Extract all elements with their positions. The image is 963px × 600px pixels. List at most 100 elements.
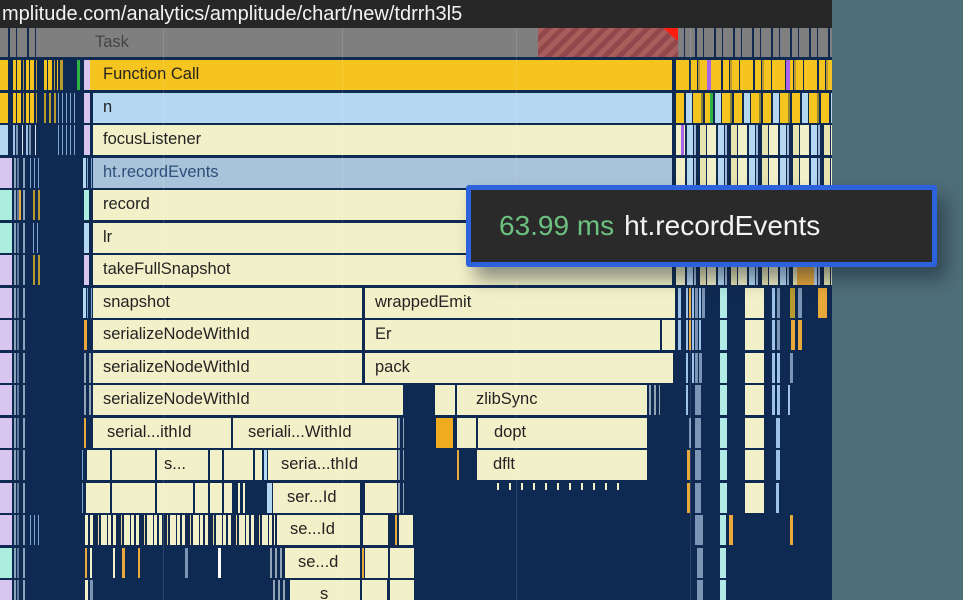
flame-bar-zlibsync[interactable]: zlibSync <box>457 385 647 415</box>
address-bar[interactable]: mplitude.com/analytics/amplitude/chart/n… <box>0 0 832 28</box>
flame-sliver <box>0 353 12 383</box>
flame-sliver <box>122 548 125 578</box>
flame-bar-se-id[interactable]: se...Id <box>277 515 360 545</box>
flame-chart[interactable]: TaskFunction CallnfocusListenerht.record… <box>0 0 832 600</box>
flame-sliver <box>87 450 110 480</box>
flame-bar-label: serial...ithId <box>93 418 231 447</box>
flame-sliver <box>0 288 12 318</box>
flame-bar-seria-thid[interactable]: seria...thId <box>268 450 397 480</box>
flame-bar-wrappedemit[interactable]: wrappedEmit <box>365 288 675 318</box>
flame-sliver <box>0 483 12 513</box>
flame-bar-s[interactable]: s... <box>157 450 208 480</box>
flame-sliver <box>112 483 155 513</box>
flame-cluster <box>87 158 92 188</box>
flame-cluster <box>649 385 660 415</box>
flame-bar-function-call[interactable]: Function Call <box>90 60 672 90</box>
flame-sliver <box>390 580 414 600</box>
flame-sliver <box>0 125 8 155</box>
flame-cluster <box>84 385 92 415</box>
flame-cluster <box>33 190 41 220</box>
flame-sliver <box>689 320 691 350</box>
flame-bar-s[interactable]: s <box>290 580 360 600</box>
flame-sliver <box>720 418 727 448</box>
flame-sliver <box>681 125 684 155</box>
flame-sliver <box>85 580 88 600</box>
flame-sliver <box>720 515 726 545</box>
flame-cluster <box>14 483 26 513</box>
flame-sliver <box>436 418 453 448</box>
flame-cluster <box>676 125 832 155</box>
flame-bar-focuslistener[interactable]: focusListener <box>93 125 672 155</box>
flame-sliver <box>798 288 802 318</box>
flame-sliver <box>695 353 698 383</box>
flame-sliver <box>695 320 698 350</box>
flame-sliver <box>745 450 764 480</box>
flame-cluster <box>14 580 26 600</box>
flame-cluster <box>13 93 37 123</box>
flame-bar-label: s <box>290 580 360 600</box>
flame-sliver <box>695 483 701 513</box>
flame-cluster <box>14 158 26 188</box>
url-text[interactable]: mplitude.com/analytics/amplitude/chart/n… <box>0 0 832 28</box>
flame-sliver <box>702 288 705 318</box>
flame-sliver <box>435 385 455 415</box>
flame-bar-label: n <box>93 93 672 122</box>
flame-bar-snapshot[interactable]: snapshot <box>93 288 362 318</box>
flame-sliver <box>0 190 12 220</box>
flame-sliver <box>745 483 764 513</box>
flame-bar-n[interactable]: n <box>93 93 672 123</box>
flame-bar-serializenodewithid[interactable]: serializeNodeWithId <box>93 385 403 415</box>
flame-sliver <box>798 320 802 350</box>
flame-cluster <box>14 548 26 578</box>
flame-sliver <box>0 93 8 123</box>
flame-sliver <box>84 320 87 350</box>
flame-sliver <box>138 548 140 578</box>
flame-bar-label: snapshot <box>93 288 362 317</box>
devtools-performance-window: mplitude.com/analytics/amplitude/chart/n… <box>0 0 832 600</box>
flame-bar-pack[interactable]: pack <box>365 353 673 383</box>
flame-sliver <box>210 483 222 513</box>
flame-sliver <box>238 483 240 513</box>
flame-cluster <box>14 385 26 415</box>
flame-sliver <box>83 158 86 188</box>
flame-sliver <box>365 548 388 578</box>
flame-sliver <box>0 450 12 480</box>
flame-sliver <box>157 483 193 513</box>
flame-bar-ht-recordevents[interactable]: ht.recordEvents <box>93 158 672 188</box>
flame-sliver <box>707 60 711 90</box>
flame-cluster <box>497 483 619 490</box>
flame-sliver <box>695 450 701 480</box>
flame-sliver <box>745 320 764 350</box>
flame-sliver <box>720 548 726 578</box>
flame-bar-dflt[interactable]: dflt <box>477 450 647 480</box>
flame-sliver <box>695 418 701 448</box>
flame-bar-er[interactable]: Er <box>365 320 660 350</box>
flame-sliver <box>699 320 701 350</box>
flame-bar-serial-ithid[interactable]: serial...ithId <box>93 418 231 448</box>
flame-bar-seriali-withid[interactable]: seriali...WithId <box>233 418 397 448</box>
flame-cluster <box>538 28 678 57</box>
long-task-warning-triangle-icon <box>663 28 678 41</box>
flame-sliver <box>699 353 702 383</box>
flame-sliver <box>772 385 775 415</box>
flame-cluster <box>87 288 92 318</box>
flame-sliver <box>745 418 764 448</box>
flame-sliver <box>84 418 86 448</box>
flame-sliver <box>224 450 253 480</box>
flame-sliver <box>390 548 414 578</box>
flame-bar-se-d[interactable]: se...d <box>285 548 360 578</box>
flame-sliver <box>776 483 779 513</box>
flame-sliver <box>772 288 775 318</box>
flame-sliver <box>695 515 703 545</box>
flame-sliver <box>84 125 90 155</box>
flame-sliver <box>686 288 688 318</box>
flame-sliver <box>686 320 688 350</box>
flame-bar-dopt[interactable]: dopt <box>478 418 647 448</box>
flame-sliver <box>720 450 727 480</box>
flame-bar-ser-id[interactable]: ser...Id <box>273 483 360 513</box>
flame-bar-serializenodewithid[interactable]: serializeNodeWithId <box>93 353 362 383</box>
flame-bar-label: dflt <box>477 450 647 479</box>
flame-cluster <box>85 515 275 545</box>
flame-bar-serializenodewithid[interactable]: serializeNodeWithId <box>93 320 362 350</box>
flame-sliver <box>745 385 764 415</box>
